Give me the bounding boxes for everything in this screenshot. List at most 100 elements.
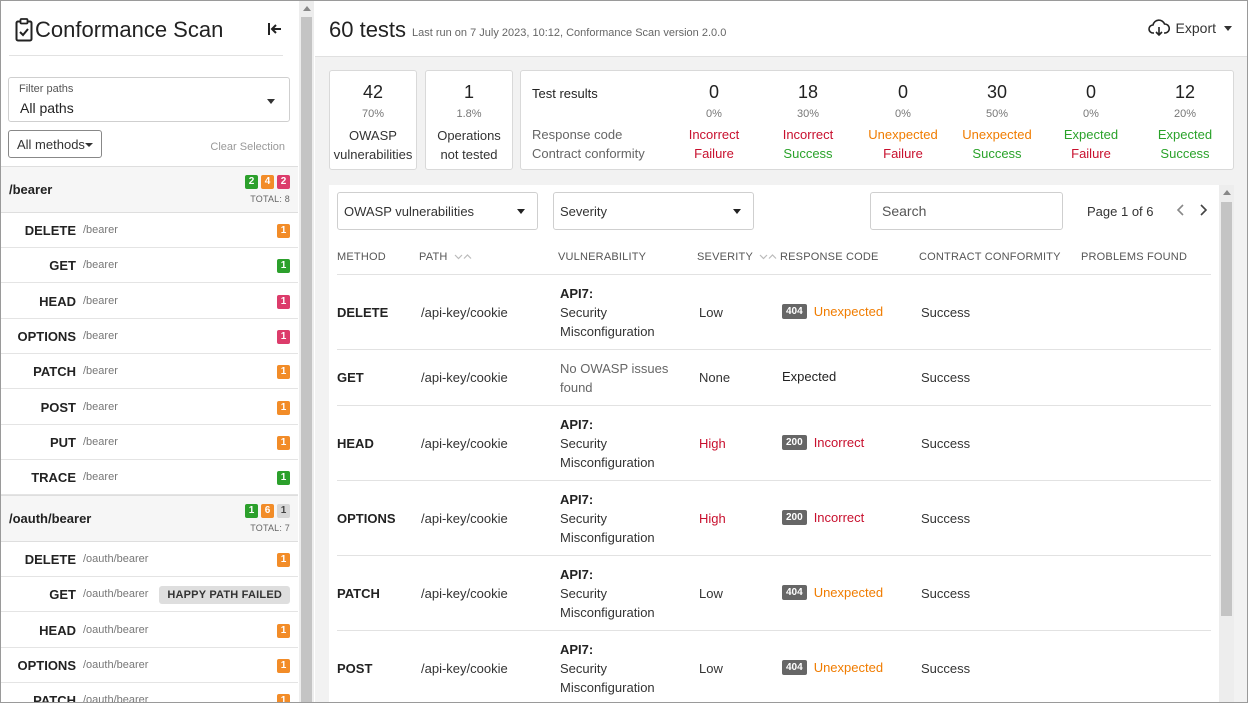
next-page-icon[interactable] (1196, 203, 1210, 217)
sidebar-operation-item[interactable]: GET/bearer 1 (1, 248, 298, 284)
sidebar-header: Conformance Scan (9, 1, 283, 56)
owasp-vulnerabilities-card[interactable]: 42 70% OWASP vulnerabilities (329, 70, 417, 170)
tests-count-title: 60 tests (329, 17, 407, 42)
test-result-column[interactable]: 0 0% Unexpected Failure (858, 71, 948, 171)
test-result-column[interactable]: 30 50% Unexpected Success (952, 71, 1042, 171)
table-row[interactable]: PATCH/api-key/cookie API7: Security Miscon… (337, 556, 1211, 631)
filter-paths-select[interactable]: Filter paths All paths (8, 77, 290, 122)
sidebar-operation-item[interactable]: HEAD/bearer 1 (1, 283, 298, 319)
vulnerability-id: API7: (560, 286, 594, 301)
scroll-up-arrow-icon[interactable] (1223, 190, 1231, 195)
operation-path: /bearer (83, 471, 118, 484)
test-result-column[interactable]: 18 30% Incorrect Success (763, 71, 853, 171)
cell-method: PATCH (337, 586, 380, 601)
table-row[interactable]: POST/api-key/cookie API7: Security Misconf… (337, 631, 1211, 702)
all-methods-dropdown[interactable]: All methods (8, 130, 102, 158)
clear-selection-link[interactable]: Clear Selection (210, 141, 285, 153)
path-group-header[interactable]: /oauth/bearer 1 6 1 TOTAL: 7 (1, 495, 298, 542)
column-header-severity[interactable]: SEVERITY (697, 251, 777, 263)
table-row[interactable]: OPTIONS/api-key/cookie API7: Security Misc… (337, 481, 1211, 556)
sort-icon[interactable] (454, 253, 472, 261)
path-group-header[interactable]: /bearer 2 4 2 TOTAL: 8 (1, 166, 298, 213)
page-indicator: Page 1 of 6 (1087, 204, 1154, 219)
vulnerability-description: Security Misconfiguration (560, 586, 655, 620)
all-methods-label: All methods (17, 136, 85, 152)
operation-path: /oauth/bearer (83, 588, 149, 601)
sidebar-operation-item[interactable]: OPTIONS/bearer 1 (1, 318, 298, 354)
operation-path: /bearer (83, 365, 118, 378)
cell-method: POST (337, 661, 373, 676)
result-contract-conformity: Failure (883, 146, 923, 161)
scroll-up-arrow-icon[interactable] (303, 6, 311, 11)
path-group-badges: 161 (245, 504, 290, 518)
result-contract-conformity: Success (783, 146, 833, 161)
result-contract-conformity: Success (972, 146, 1022, 161)
previous-page-icon[interactable] (1174, 203, 1188, 217)
response-code-row-label: Response code (532, 127, 623, 142)
test-result-column[interactable]: 0 0% Incorrect Failure (669, 71, 759, 171)
status-badge: 1 (277, 294, 290, 309)
not-tested-label-line1: Operations (437, 128, 501, 143)
result-count: 18 (797, 82, 819, 102)
sidebar-scrollbar-thumb[interactable] (301, 17, 312, 702)
sidebar-operation-item[interactable]: TRACE/bearer 1 (1, 460, 298, 496)
result-percent: 20% (1173, 108, 1197, 120)
status-badge: 6 (261, 504, 274, 518)
sidebar-scrollbar[interactable] (299, 1, 314, 702)
operation-path: /oauth/bearer (83, 553, 149, 565)
test-result-column[interactable]: 12 20% Expected Success (1140, 71, 1230, 171)
cell-contract-conformity: Success (921, 305, 971, 320)
caret-down-icon (733, 209, 741, 214)
sidebar-operation-item[interactable]: PUT/bearer 1 (1, 424, 298, 460)
column-header-vulnerability: VULNERABILITY (558, 251, 647, 263)
column-header-path[interactable]: PATH (419, 251, 472, 263)
cell-contract-conformity: Success (921, 586, 971, 601)
owasp-count: 42 (362, 82, 384, 102)
sidebar-operation-item[interactable]: DELETE/oauth/bearer 1 (1, 542, 298, 577)
sidebar-operation-item[interactable]: DELETE/bearer 1 (1, 213, 298, 248)
response-result: Unexpected (813, 304, 884, 319)
sidebar-operation-item[interactable]: OPTIONS/oauth/bearer 1 (1, 647, 298, 683)
export-button[interactable]: Export (1147, 16, 1232, 40)
table-row[interactable]: HEAD/api-key/cookie API7: Security Misconf… (337, 406, 1211, 481)
table-row[interactable]: GET/api-key/cookie No OWASP issues found N… (337, 350, 1211, 406)
sidebar-operation-item[interactable]: PATCH/bearer 1 (1, 354, 298, 390)
status-badge: 1 (277, 623, 290, 638)
table-row[interactable]: DELETE/api-key/cookie API7: Security Misco… (337, 275, 1211, 350)
operation-method: OPTIONS (17, 328, 76, 344)
http-status-badge: 404 (782, 660, 807, 675)
response-result: Incorrect (813, 435, 865, 450)
column-header-contract-conformity: CONTRACT CONFORMITY (919, 251, 1061, 263)
search-input[interactable] (870, 192, 1063, 230)
operation-path: /bearer (83, 294, 118, 307)
test-results-card: Test results Response code Contract conf… (520, 70, 1234, 170)
operation-method: POST (40, 399, 76, 415)
operations-not-tested-card[interactable]: 1 1.8% Operations not tested (425, 70, 513, 170)
sidebar-operation-item[interactable]: POST/bearer 1 (1, 389, 298, 425)
main-scrollbar-thumb[interactable] (1221, 202, 1232, 616)
test-result-column[interactable]: 0 0% Expected Failure (1046, 71, 1136, 171)
status-badge: 1 (277, 224, 290, 238)
cell-path: /api-key/cookie (421, 436, 508, 451)
operation-method: DELETE (24, 552, 76, 567)
operation-method: HEAD (39, 293, 76, 309)
sidebar-operation-item[interactable]: GET/oauth/bearer HAPPY PATH FAILED (1, 577, 298, 613)
sidebar-operation-item[interactable]: PATCH/oauth/bearer 1 (1, 683, 298, 702)
response-result: Unexpected (813, 585, 884, 600)
vulnerability-description: Security Misconfiguration (560, 436, 655, 470)
cell-severity: Low (699, 586, 723, 601)
operation-method: PATCH (33, 364, 76, 380)
main-scrollbar[interactable] (1219, 185, 1234, 702)
status-badge: 1 (277, 400, 290, 415)
not-tested-label-line2: not tested (440, 147, 498, 162)
sort-icon[interactable] (759, 253, 777, 261)
severity-filter-select[interactable]: Severity (553, 192, 754, 230)
filter-paths-label: Filter paths (19, 83, 74, 95)
result-response-code: Expected (1157, 127, 1213, 142)
cell-contract-conformity: Success (921, 436, 971, 451)
collapse-sidebar-icon[interactable] (267, 21, 283, 37)
owasp-filter-select[interactable]: OWASP vulnerabilities (337, 192, 538, 230)
cell-path: /api-key/cookie (421, 370, 508, 385)
sidebar-operation-item[interactable]: HEAD/oauth/bearer 1 (1, 612, 298, 648)
cell-response-code: 200 Incorrect (782, 435, 864, 450)
